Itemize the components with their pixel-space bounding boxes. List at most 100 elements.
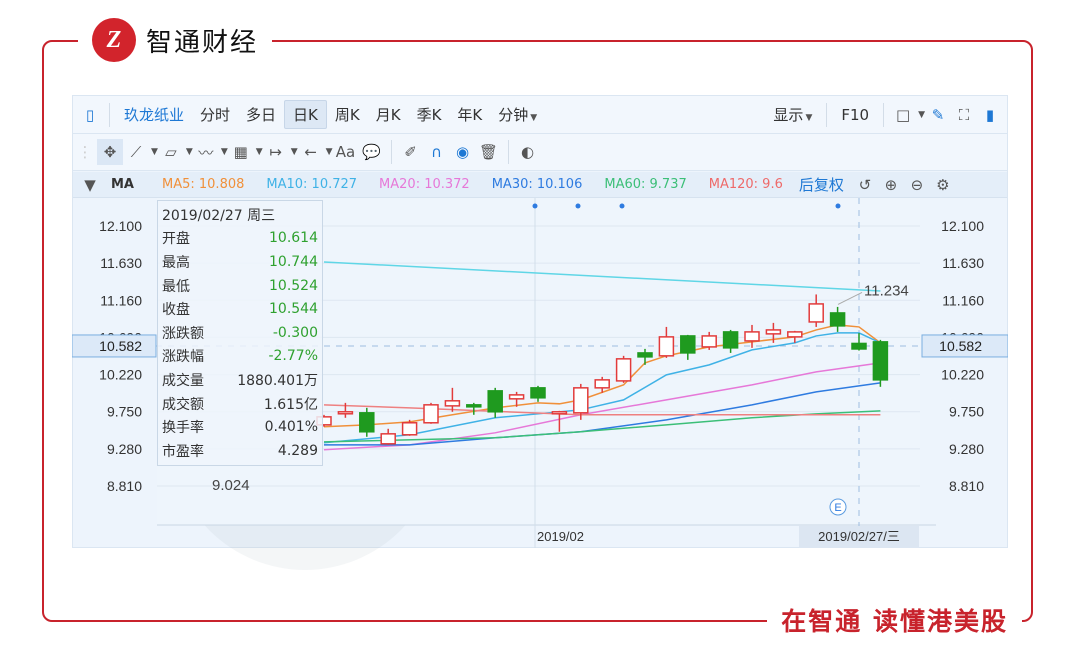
sidebar-toggle-icon[interactable]: ▯ bbox=[77, 102, 103, 128]
tab-weekly-k[interactable]: 周K bbox=[327, 101, 368, 128]
tooltip-value: 10.524 bbox=[269, 277, 318, 294]
line-icon[interactable]: ⟋ bbox=[123, 139, 149, 165]
tooltip-label: 涨跌幅 bbox=[162, 349, 204, 366]
drag-handle-icon[interactable]: ⋮ bbox=[73, 143, 97, 161]
candle-body bbox=[744, 331, 760, 342]
range-icon[interactable]: ↦ bbox=[263, 139, 289, 165]
chevron-down-icon[interactable]: ▼ bbox=[326, 147, 333, 157]
ma5-value: MA5: 10.808 bbox=[162, 177, 245, 192]
panel-toggle-icon[interactable]: ▮ bbox=[977, 102, 1003, 128]
logo-mark-icon: Z bbox=[92, 18, 136, 62]
display-dropdown[interactable]: 显示 ▼ bbox=[765, 101, 820, 128]
tooltip-value: 10.614 bbox=[269, 230, 318, 247]
adjust-mode-button[interactable]: 后复权 bbox=[791, 174, 852, 195]
fullscreen-icon[interactable]: ⛶ bbox=[951, 102, 977, 128]
zoom-out-icon[interactable]: ⊖ bbox=[904, 172, 930, 198]
crosshair-date: 2019/02/27/三 bbox=[818, 529, 900, 544]
layout-square-icon[interactable]: □ bbox=[890, 102, 916, 128]
move-icon[interactable]: ✥ bbox=[97, 139, 123, 165]
tooltip-label: 换手率 bbox=[162, 420, 204, 437]
y-tick-left: 11.630 bbox=[100, 255, 142, 271]
candle-body bbox=[637, 352, 653, 358]
magnet-icon[interactable]: ∩ bbox=[424, 139, 450, 165]
tooltip-row: 收盘 10.544 bbox=[162, 297, 318, 321]
tooltip-value: -2.77% bbox=[268, 348, 318, 365]
undo-icon[interactable]: ↺ bbox=[852, 172, 878, 198]
chevron-down-icon: ▼ bbox=[805, 113, 813, 123]
candle bbox=[359, 407, 375, 437]
candle bbox=[401, 419, 418, 436]
tab-minute[interactable]: 分钟 ▼ bbox=[490, 101, 545, 128]
brush-icon[interactable]: ✎ bbox=[925, 102, 951, 128]
slogan: 在智通 读懂港美股 bbox=[781, 607, 1008, 636]
tab-intraday[interactable]: 分时 bbox=[192, 101, 238, 128]
candle-body bbox=[701, 335, 717, 348]
chevron-down-icon[interactable]: ▼ bbox=[151, 147, 158, 157]
stock-name[interactable]: 玖龙纸业 bbox=[116, 101, 192, 128]
ma20-value: MA20: 10.372 bbox=[379, 177, 470, 192]
candle-body bbox=[872, 341, 889, 381]
y-tick-right: 11.160 bbox=[942, 292, 984, 308]
y-tick-right: 9.750 bbox=[949, 404, 984, 420]
compare-icon[interactable]: ◐ bbox=[515, 139, 541, 165]
candle-body bbox=[466, 404, 482, 408]
chevron-down-icon[interactable]: ▼ bbox=[918, 110, 925, 120]
tooltip-date-text: 2019/02/27 周三 bbox=[162, 207, 276, 224]
collapse-icon[interactable]: ▼ bbox=[77, 172, 103, 198]
candle-body bbox=[808, 303, 824, 323]
chevron-down-icon[interactable]: ▼ bbox=[256, 147, 263, 157]
tab-yearly-k[interactable]: 年K bbox=[449, 101, 490, 128]
min-price-label: 9.024 bbox=[212, 477, 250, 494]
tooltip-label: 成交量 bbox=[162, 372, 204, 389]
event-dot bbox=[575, 203, 581, 209]
pencil-icon[interactable]: ✐ bbox=[398, 139, 424, 165]
tab-daily-k[interactable]: 日K bbox=[284, 100, 327, 129]
trash-icon[interactable]: 🗑 bbox=[476, 139, 502, 165]
drawing-toolbar: ⋮ ✥ ⟋ ▼ ▱ ▼ 〰 ▼ ▦ ▼ ↦ ▼ ← ▼ Aa 💬 ✐ ∩ ◉ 🗑 ◐ bbox=[73, 134, 1007, 171]
tooltip-label: 收盘 bbox=[162, 302, 190, 319]
y-tick-left: 9.280 bbox=[107, 441, 142, 457]
candle-body bbox=[680, 335, 696, 354]
period-toolbar: ▯ 玖龙纸业 分时 多日 日K 周K 月K 季K 年K 分钟 ▼ 显示 ▼ F10 … bbox=[73, 96, 1007, 134]
arrow-icon[interactable]: ← bbox=[298, 139, 324, 165]
tooltip-row: 开盘 10.614 bbox=[162, 227, 318, 251]
divider bbox=[883, 102, 885, 127]
slogan-wrap: 在智通 读懂港美股 bbox=[767, 598, 1022, 642]
y-tick-right: 9.280 bbox=[949, 441, 984, 457]
text-icon[interactable]: Aa bbox=[333, 139, 359, 165]
divider bbox=[109, 102, 110, 127]
candle-body bbox=[487, 390, 503, 413]
crosshair-price: 10.582 bbox=[939, 338, 982, 354]
candle-body bbox=[658, 336, 675, 357]
tooltip-row: 市盈率 4.289 bbox=[162, 439, 318, 463]
tab-multiday[interactable]: 多日 bbox=[238, 101, 284, 128]
tooltip-row: 最高 10.744 bbox=[162, 250, 318, 274]
eye-icon[interactable]: ◉ bbox=[450, 139, 476, 165]
chevron-down-icon[interactable]: ▼ bbox=[221, 147, 228, 157]
crosshair-price-left: 10.582 bbox=[99, 338, 142, 354]
y-tick-left: 9.750 bbox=[107, 404, 142, 420]
zoom-in-icon[interactable]: ⊕ bbox=[878, 172, 904, 198]
candle-body bbox=[530, 387, 546, 399]
y-tick-right: 11.630 bbox=[942, 255, 984, 271]
candle-body bbox=[401, 422, 418, 436]
tooltip-label: 市盈率 bbox=[162, 443, 204, 460]
chevron-down-icon[interactable]: ▼ bbox=[291, 147, 298, 157]
settings-gear-icon[interactable]: ⚙ bbox=[930, 172, 956, 198]
fib-icon[interactable]: ▦ bbox=[228, 139, 254, 165]
tab-monthly-k[interactable]: 月K bbox=[368, 101, 409, 128]
f10-button[interactable]: F10 bbox=[833, 103, 877, 127]
x-tick-label: 2019/02 bbox=[537, 529, 584, 544]
y-tick-left: 11.160 bbox=[100, 292, 142, 308]
tooltip-value: 4.289 bbox=[277, 442, 318, 459]
polygon-icon[interactable]: ▱ bbox=[158, 139, 184, 165]
candle-body bbox=[594, 379, 610, 389]
comment-icon[interactable]: 💬 bbox=[359, 139, 385, 165]
event-dot bbox=[835, 203, 841, 209]
chevron-down-icon[interactable]: ▼ bbox=[186, 147, 193, 157]
display-label: 显示 bbox=[773, 106, 804, 124]
y-tick-right: 12.100 bbox=[941, 218, 984, 234]
tab-quarterly-k[interactable]: 季K bbox=[409, 101, 450, 128]
wave-icon[interactable]: 〰 bbox=[193, 139, 219, 165]
tooltip-label: 涨跌额 bbox=[162, 325, 204, 342]
